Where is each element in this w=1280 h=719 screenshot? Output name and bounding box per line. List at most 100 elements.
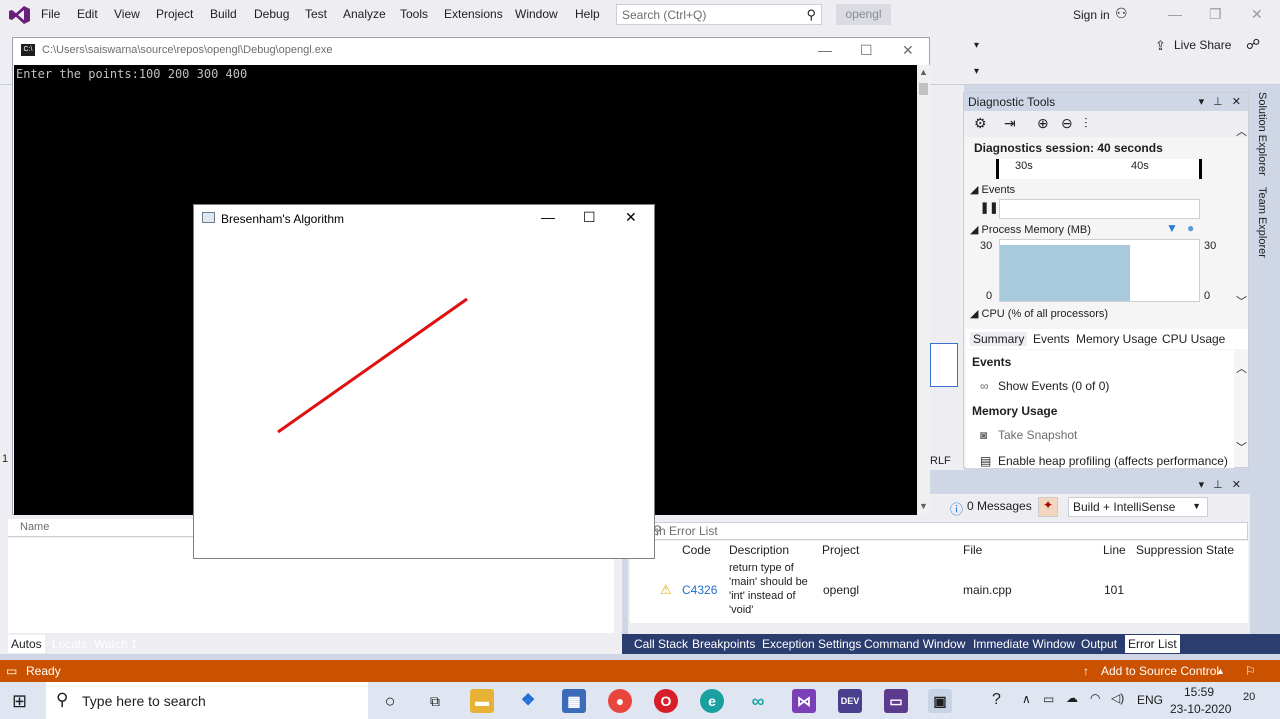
zoom-in-icon[interactable]: ⊕ xyxy=(1037,115,1049,132)
chevron-up-icon[interactable]: ▲ xyxy=(1216,666,1225,676)
tab-events[interactable]: Events xyxy=(1033,332,1070,346)
notifications-icon[interactable]: ⚐ xyxy=(1245,664,1256,678)
opera-icon[interactable]: O xyxy=(654,689,678,713)
heap-profiling-toggle[interactable]: Enable heap profiling (affects performan… xyxy=(998,454,1228,468)
chrome-icon[interactable]: ● xyxy=(608,689,632,713)
menu-file[interactable]: File xyxy=(41,7,60,21)
sign-in-link[interactable]: Sign in xyxy=(1073,8,1110,22)
menu-debug[interactable]: Debug xyxy=(254,7,289,21)
menu-edit[interactable]: Edit xyxy=(77,7,98,21)
store-icon[interactable]: ▦ xyxy=(562,689,586,713)
tab-memory-usage[interactable]: Memory Usage xyxy=(1076,332,1157,346)
toolbar-overflow-icon-2[interactable]: ▾ xyxy=(974,66,979,77)
app-window-taskbar-icon[interactable]: ▭ xyxy=(884,689,908,713)
col-project[interactable]: Project xyxy=(822,543,859,557)
wifi-icon[interactable]: ◠ xyxy=(1090,691,1100,705)
take-snapshot-button[interactable]: Take Snapshot xyxy=(998,428,1077,442)
console-titlebar[interactable]: C:\ C:\Users\saiswarna\source\repos\open… xyxy=(13,38,929,65)
menu-tools[interactable]: Tools xyxy=(400,7,428,21)
devcpp-icon[interactable]: DEV xyxy=(838,689,862,713)
zoom-out-icon[interactable]: ⊖ xyxy=(1061,115,1073,132)
console-scrollbar[interactable]: ▲ ▼ xyxy=(917,65,930,515)
menu-build[interactable]: Build xyxy=(210,7,237,21)
team-explorer-tab[interactable]: Team Explorer xyxy=(1256,187,1268,258)
col-description[interactable]: Description xyxy=(729,543,789,557)
notification-count[interactable]: 20 xyxy=(1243,691,1255,703)
pause-icon[interactable]: ❚❚ xyxy=(980,201,998,214)
close-icon[interactable]: ✕ xyxy=(1251,6,1263,23)
dropbox-icon[interactable]: ❖ xyxy=(516,689,540,713)
restore-icon[interactable]: ❐ xyxy=(1209,6,1222,23)
visual-studio-logo-icon[interactable] xyxy=(8,6,30,24)
onedrive-icon[interactable]: ☁ xyxy=(1066,691,1078,705)
solution-explorer-tab[interactable]: Solution Explorer xyxy=(1256,92,1268,176)
messages-filter-button[interactable]: 0 Messages xyxy=(967,499,1032,513)
tab-immediate-window[interactable]: Immediate Window xyxy=(973,637,1075,651)
error-list-search-input[interactable]: ch Error List ⚲ xyxy=(630,522,1248,540)
console-minimize-icon[interactable]: — xyxy=(818,42,832,58)
infinity-app-icon[interactable]: ∞ xyxy=(746,689,770,713)
tab-locals[interactable]: Locals xyxy=(52,637,87,651)
account-icon[interactable]: ⚇ xyxy=(1115,5,1128,22)
live-share-icon[interactable]: ⇪ xyxy=(1155,38,1166,54)
clock-date[interactable]: 23-10-2020 xyxy=(1170,702,1231,716)
bresenham-minimize-icon[interactable]: — xyxy=(541,209,555,225)
volume-icon[interactable]: ◁) xyxy=(1111,691,1124,705)
tab-output[interactable]: Output xyxy=(1081,637,1117,651)
language-indicator[interactable]: ENG xyxy=(1137,693,1163,707)
list-scroll-up-icon[interactable]: ︿ xyxy=(1236,360,1247,376)
build-filter-icon[interactable]: ✦ xyxy=(1038,497,1058,517)
tab-breakpoints[interactable]: Breakpoints xyxy=(692,637,755,651)
error-list-pin-icons[interactable]: ▾ ⊥ ✕ xyxy=(1199,478,1244,491)
menu-help[interactable]: Help xyxy=(575,7,600,21)
edge-icon[interactable]: e xyxy=(700,689,724,713)
tab-cpu-usage[interactable]: CPU Usage xyxy=(1162,332,1225,346)
scroll-up-arrow-icon[interactable]: ▲ xyxy=(919,67,928,77)
tab-watch-1[interactable]: Watch 1 xyxy=(94,637,138,651)
visual-studio-icon[interactable]: ⋈ xyxy=(792,689,816,713)
minimize-icon[interactable]: — xyxy=(1168,6,1182,22)
bresenham-close-icon[interactable]: ✕ xyxy=(625,209,637,226)
tab-call-stack[interactable]: Call Stack xyxy=(634,637,688,651)
tab-autos[interactable]: Autos xyxy=(8,635,45,653)
help-icon[interactable]: ? xyxy=(992,691,1001,709)
bresenham-maximize-icon[interactable]: ☐ xyxy=(583,209,596,226)
clock-time[interactable]: 15:59 xyxy=(1184,685,1214,699)
menu-project[interactable]: Project xyxy=(156,7,193,21)
scroll-down-icon[interactable]: ﹀ xyxy=(1236,293,1247,309)
menu-analyze[interactable]: Analyze xyxy=(343,7,386,21)
console-maximize-icon[interactable]: ☐ xyxy=(860,42,873,59)
menu-view[interactable]: View xyxy=(114,7,140,21)
diag-timeline[interactable]: 30s 40s xyxy=(996,159,1202,179)
vs-search-input[interactable]: Search (Ctrl+Q) ⚲ xyxy=(616,4,822,25)
menu-extensions[interactable]: Extensions xyxy=(444,7,503,21)
list-scroll-down-icon[interactable]: ﹀ xyxy=(1236,439,1247,455)
col-code[interactable]: Code xyxy=(682,543,711,557)
cortana-icon[interactable]: ○ xyxy=(378,689,402,713)
export-icon[interactable]: ⇥ xyxy=(1004,115,1016,132)
tab-error-list[interactable]: Error List xyxy=(1125,635,1180,653)
live-share-button[interactable]: Live Share xyxy=(1174,38,1231,52)
bresenham-titlebar[interactable]: Bresenham's Algorithm — ☐ ✕ xyxy=(194,205,654,232)
menu-window[interactable]: Window xyxy=(515,7,558,21)
show-events-link[interactable]: Show Events (0 of 0) xyxy=(998,379,1109,393)
battery-icon[interactable]: ▭ xyxy=(1043,692,1054,706)
add-to-source-control[interactable]: Add to Source Control xyxy=(1101,664,1219,678)
scroll-down-arrow-icon[interactable]: ▼ xyxy=(919,501,928,511)
menu-test[interactable]: Test xyxy=(305,7,327,21)
feedback-icon[interactable]: ☍ xyxy=(1246,36,1260,53)
panel-pin-icons[interactable]: ▾ ⊥ ✕ xyxy=(1199,95,1244,108)
toolbar-overflow-icon[interactable]: ▾ xyxy=(974,40,979,51)
taskbar-search-input[interactable]: ⚲ Type here to search xyxy=(46,682,368,719)
console-close-icon[interactable]: ✕ xyxy=(902,42,914,59)
reset-view-icon[interactable]: ⫶ xyxy=(1084,115,1088,132)
settings-icon[interactable]: ⚙ xyxy=(974,115,987,132)
col-line[interactable]: Line xyxy=(1103,543,1126,557)
col-suppression-state[interactable]: Suppression State xyxy=(1136,543,1234,557)
opengl-app-taskbar-icon[interactable]: ▣ xyxy=(928,689,952,713)
scroll-up-icon[interactable]: ︿ xyxy=(1236,123,1247,139)
error-code-link[interactable]: C4326 xyxy=(682,583,717,597)
table-row[interactable]: ⚠ C4326 return type of 'main' should be … xyxy=(630,561,1234,617)
tab-command-window[interactable]: Command Window xyxy=(864,637,965,651)
tab-summary[interactable]: Summary xyxy=(970,332,1028,346)
